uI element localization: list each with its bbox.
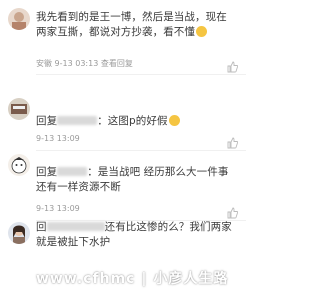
comment-text: 回复 ：这图p的好假 [36, 114, 234, 129]
comment-text: 回复 ：是当战吧 经历那么大一件事 还有一样资源不断 [36, 166, 229, 193]
comment-meta: 9-13 13:09 [36, 204, 80, 213]
comment-meta: 安徽 9-13 03:13 查看回复 [36, 59, 133, 68]
avatar[interactable] [8, 98, 30, 120]
like-icon[interactable] [226, 134, 239, 149]
like-icon[interactable] [226, 204, 239, 219]
like-icon[interactable] [226, 58, 239, 73]
comment-item: 回复 ：是当战吧 经历那么大一件事 还有一样资源不断 9-13 13:09 [0, 150, 246, 221]
emoji-icon [168, 115, 180, 126]
comment-item: 我先看到的是王一博，然后是当战，现在两家互撕，都说对方抄袭，看不懂 安徽 9-1… [0, 0, 246, 75]
emoji-icon [196, 26, 207, 37]
comment-item: 回复 ：这图p的好假 9-13 13:09 [0, 78, 246, 151]
comment-item: 回还有比这惨的么？我们两家就是被扯下水护 [0, 221, 246, 300]
avatar[interactable] [8, 154, 30, 176]
comment-text: 回还有比这惨的么？我们两家就是被扯下水护 [36, 221, 232, 248]
comment-text: 我先看到的是王一博，然后是当战，现在两家互撕，都说对方抄袭，看不懂 [36, 11, 227, 38]
comment-meta: 9-13 13:09 [36, 134, 80, 143]
watermark: www.cfhmc | 小彦人生路 [36, 271, 229, 287]
avatar[interactable] [8, 222, 30, 244]
avatar[interactable] [8, 8, 30, 30]
